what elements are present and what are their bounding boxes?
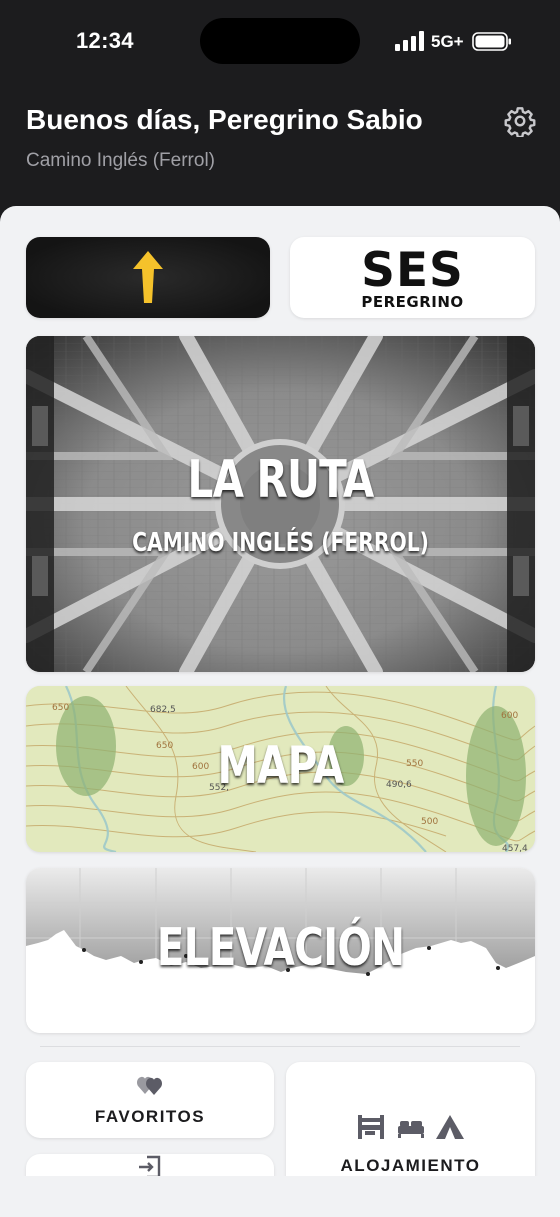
map-label-7: 500	[421, 817, 438, 827]
mapa-title: MAPA	[217, 736, 344, 796]
dynamic-island	[200, 18, 360, 64]
lodging-icons	[358, 1115, 464, 1139]
bed-icon	[398, 1121, 424, 1138]
greeting-title: Buenos días, Peregrino Sabio	[26, 104, 423, 135]
network-type: 5G+	[431, 32, 464, 51]
route-subtitle: Camino Inglés (Ferrol)	[26, 150, 215, 171]
la-ruta-subtitle: CAMINO INGLÉS (FERROL)	[132, 528, 429, 558]
divider	[40, 1046, 520, 1047]
tent-icon	[436, 1115, 464, 1139]
hostel-bed-icon	[358, 1115, 384, 1139]
ses-logo-subtitle: PEREGRINO	[361, 293, 464, 311]
elevacion-title: ELEVACIÓN	[156, 918, 405, 978]
ses-logo-title: SES	[361, 243, 464, 298]
hearts-icon	[137, 1076, 162, 1095]
yellow-arrow-card[interactable]	[26, 237, 270, 318]
login-icon	[139, 1155, 161, 1176]
elevacion-card[interactable]: ELEVACIÓN	[26, 868, 535, 1033]
gear-icon[interactable]	[504, 105, 536, 137]
signal-icon	[395, 31, 424, 51]
ses-peregrino-card[interactable]: SES PEREGRINO	[290, 237, 535, 318]
map-label-8: 457,4	[502, 844, 528, 852]
alojamiento-card[interactable]: ALOJAMIENTO	[286, 1062, 535, 1176]
map-label-2: 650	[52, 703, 69, 713]
la-ruta-title: LA RUTA	[187, 450, 375, 510]
status-time: 12:34	[76, 28, 134, 53]
content-sheet: SES PEREGRINO LA RUTA CAMINO INGLÉS (FER…	[0, 206, 560, 1176]
battery-icon	[472, 32, 511, 51]
header: 12:34 5G+ Buenos días, Peregrino Sabio C…	[0, 0, 560, 240]
arrow-up-icon	[133, 251, 163, 303]
login-card[interactable]	[26, 1154, 274, 1176]
alojamiento-label: ALOJAMIENTO	[340, 1156, 481, 1175]
map-label-3: 600	[501, 711, 518, 721]
la-ruta-card[interactable]: LA RUTA CAMINO INGLÉS (FERROL)	[26, 336, 535, 672]
map-label-1: 682,5	[150, 705, 176, 715]
mapa-card[interactable]: 682,5 650 600 552, 490,6 550 500 457,4 6…	[26, 686, 535, 852]
favoritos-card[interactable]: FAVORITOS	[26, 1062, 274, 1138]
favoritos-label: FAVORITOS	[94, 1107, 206, 1126]
